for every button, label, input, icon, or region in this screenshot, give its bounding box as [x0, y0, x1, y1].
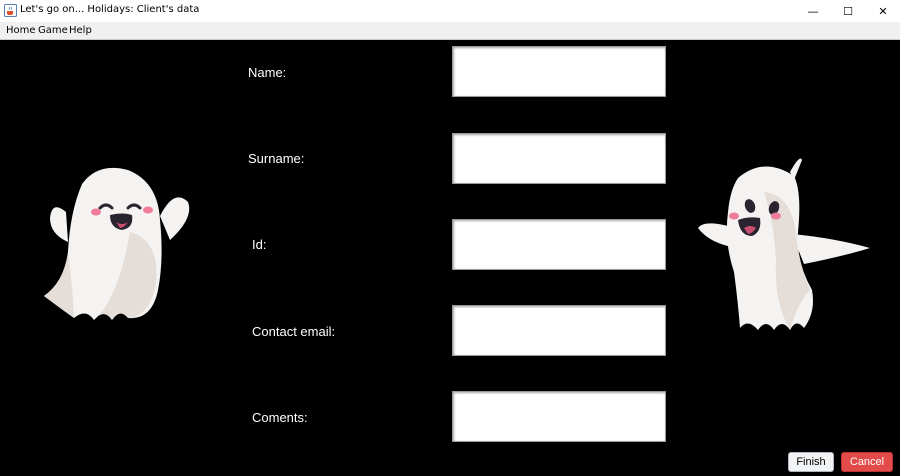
ghost-dancing-icon: [698, 158, 870, 330]
maximize-icon: ☐: [843, 4, 853, 18]
menu-bar: Home Game Help: [0, 22, 900, 40]
contact-email-label: Contact email:: [252, 324, 336, 339]
cancel-button[interactable]: Cancel: [841, 452, 893, 472]
contact-email-input[interactable]: [452, 305, 666, 356]
close-icon: ✕: [878, 4, 888, 18]
maximize-button[interactable]: ☐: [831, 0, 865, 22]
coments-label: Coments:: [252, 410, 308, 425]
id-label: Id:: [252, 237, 267, 252]
name-input[interactable]: [452, 46, 666, 97]
menu-home[interactable]: Home: [6, 25, 36, 36]
id-input[interactable]: [452, 219, 666, 270]
finish-button[interactable]: Finish: [788, 452, 834, 472]
menu-game[interactable]: Game: [38, 25, 68, 36]
close-button[interactable]: ✕: [866, 0, 900, 22]
title-bar: Let's go on... Holidays: Client's data —…: [0, 0, 900, 22]
menu-help[interactable]: Help: [69, 25, 92, 36]
minimize-icon: —: [807, 4, 819, 18]
java-cup-icon: [4, 4, 17, 17]
name-label: Name:: [248, 65, 287, 80]
surname-input[interactable]: [452, 133, 666, 184]
window-title: Let's go on... Holidays: Client's data: [20, 4, 200, 15]
minimize-button[interactable]: —: [796, 0, 830, 22]
coments-input[interactable]: [452, 391, 666, 442]
surname-label: Surname:: [248, 151, 305, 166]
ghost-waving-icon: [44, 167, 190, 320]
